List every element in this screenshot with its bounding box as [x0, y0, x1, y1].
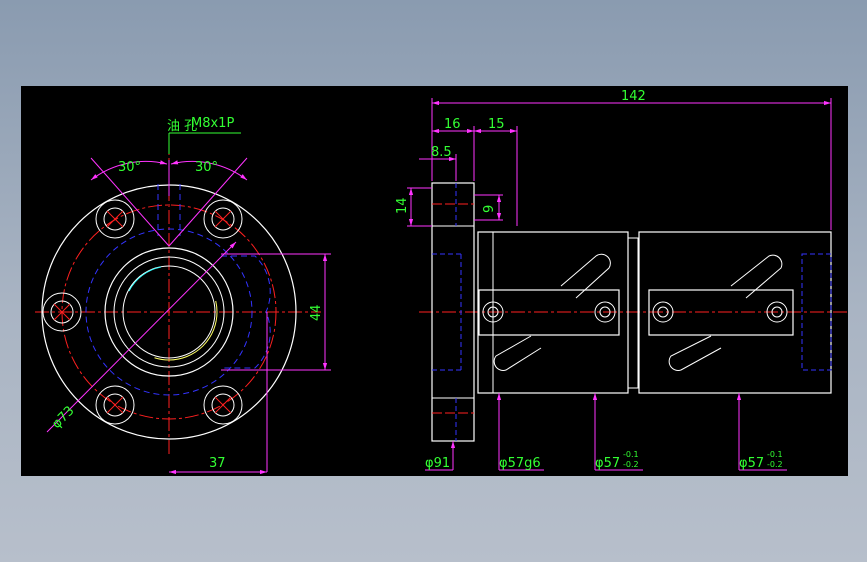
height-44-label: 44	[309, 304, 324, 321]
oil-hole-callout: 油 孔 M8x1P	[167, 116, 241, 154]
angle-left-label: 30°	[118, 160, 141, 175]
right-dia-tol-lower: -0.2	[767, 460, 783, 469]
width-37-label: 37	[209, 456, 226, 471]
offset-8-5-label: 8.5	[431, 145, 452, 160]
height-14-label: 14	[395, 197, 410, 214]
cad-drawing: 油 孔 M8x1P 30° 30° 44 37 φ73 142 16 15 8.…	[35, 89, 848, 475]
thread-label: M8x1P	[191, 116, 234, 131]
segment-spacer	[627, 237, 639, 389]
bolt-hole	[203, 199, 243, 239]
bore-highlight-arc	[128, 266, 162, 292]
mid-dia-tol-upper: -0.1	[623, 450, 639, 459]
side-view: 142 16 15 8.5 14 9 φ91 φ57g6 φ57 -0.1 -0…	[395, 89, 848, 471]
mid-dia-label: φ57	[595, 456, 620, 471]
shaft-diameter-dimension: φ57g6	[496, 393, 544, 471]
bolt-hole	[203, 385, 243, 425]
right-diameter-dimension: φ57 -0.1 -0.2	[736, 393, 787, 471]
mid-dia-tol-lower: -0.2	[623, 460, 639, 469]
right-dia-label: φ57	[739, 456, 764, 471]
offset-15-label: 15	[488, 117, 505, 132]
angle-dimension: 30° 30°	[90, 157, 248, 247]
bolt-hole	[95, 199, 135, 239]
right-dia-tol-upper: -0.1	[767, 450, 783, 459]
flange-diameter-dimension: φ91	[425, 441, 456, 471]
length-142-label: 142	[621, 89, 646, 104]
height-14-dimension: 14	[395, 187, 432, 227]
shaft-dia-label: φ57g6	[499, 456, 541, 471]
height-9-dimension: 9	[474, 194, 503, 221]
angle-right-label: 30°	[195, 160, 218, 175]
width-16-label: 16	[444, 117, 461, 132]
mid-diameter-dimension: φ57 -0.1 -0.2	[592, 393, 643, 471]
offset-8-5-dimension: 8.5	[419, 145, 457, 181]
front-view: 油 孔 M8x1P 30° 30° 44 37 φ73	[35, 116, 331, 475]
cad-viewport[interactable]: 油 孔 M8x1P 30° 30° 44 37 φ73 142 16 15 8.…	[21, 86, 848, 476]
height-9-label: 9	[482, 205, 497, 213]
flange-dia-label: φ91	[425, 456, 450, 471]
bolt-hole	[95, 385, 135, 425]
bolt-circle-label: φ73	[49, 403, 77, 431]
